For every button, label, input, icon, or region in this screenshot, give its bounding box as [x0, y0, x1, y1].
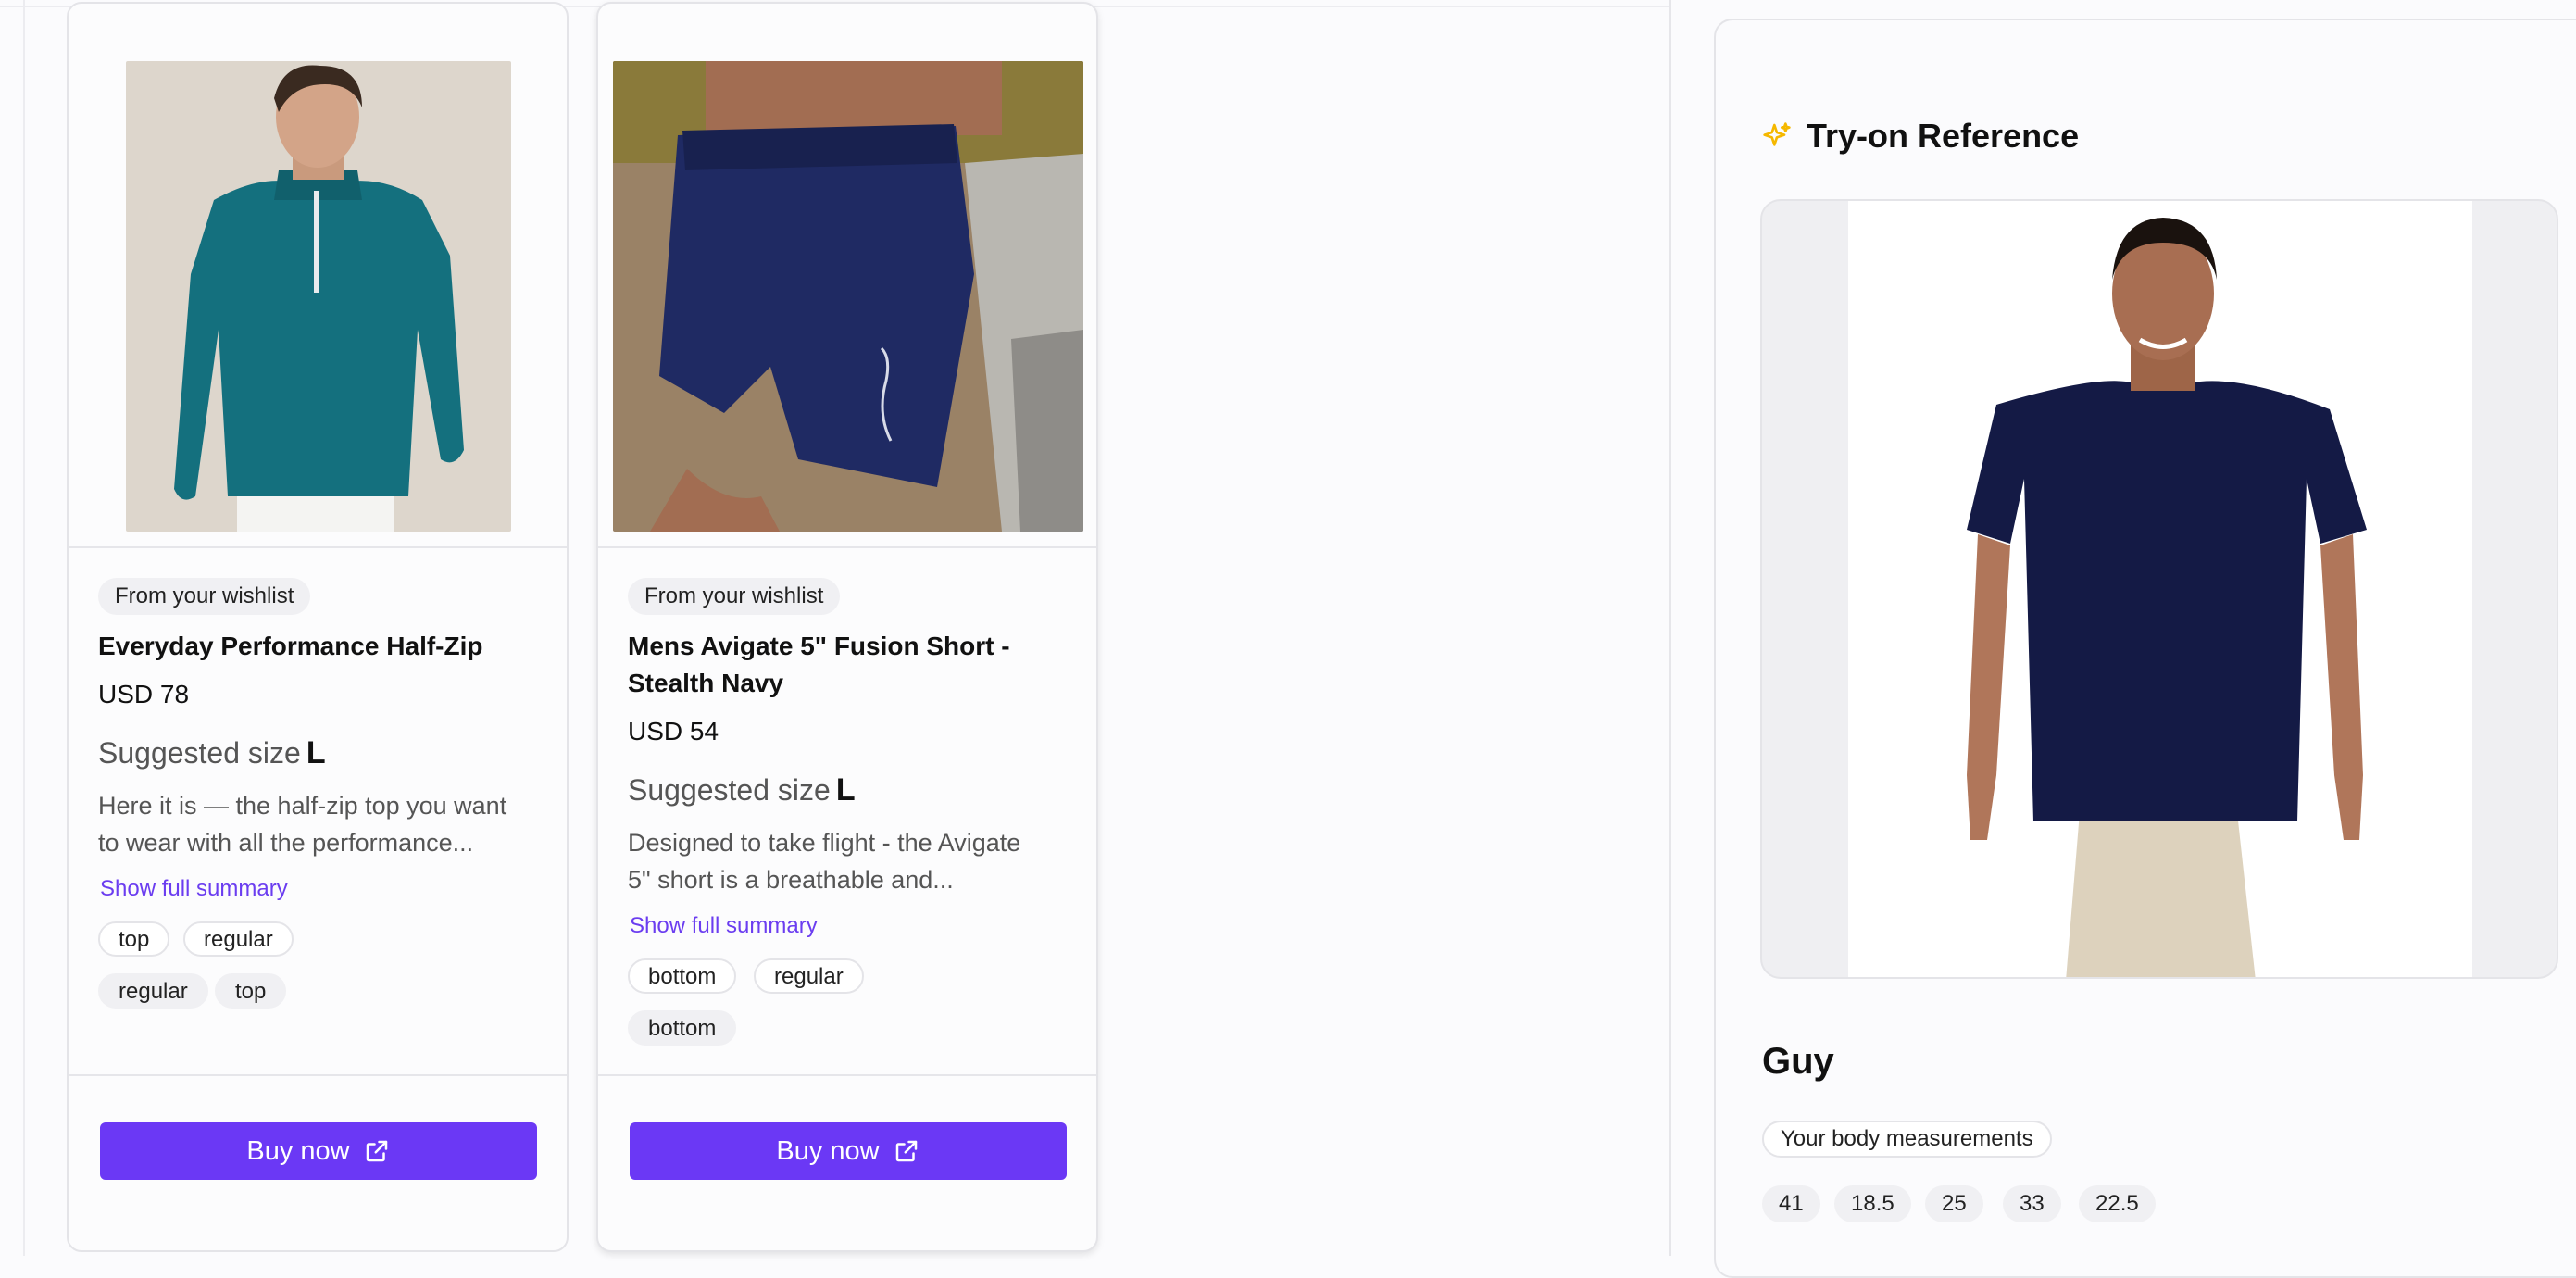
measurement-chip: 18.5	[1834, 1185, 1911, 1222]
panel-divider	[1669, 0, 1671, 1256]
product-description: Here it is — the half-zip top you want t…	[98, 787, 543, 861]
suggested-size: Suggested size L	[628, 772, 856, 808]
product-name: Mens Avigate 5" Fusion Short - Stealth N…	[628, 628, 1063, 702]
product-card: From your wishlist Everyday Performance …	[67, 2, 569, 1252]
persona-name: Guy	[1762, 1041, 1834, 1082]
show-full-summary-link[interactable]: Show full summary	[100, 876, 288, 902]
description-line: Here it is — the half-zip top you want	[98, 792, 507, 820]
sparkle-icon	[1763, 122, 1791, 146]
buy-now-button[interactable]: Buy now	[630, 1122, 1067, 1180]
try-on-panel: Try-on Reference Guy Your body measureme…	[1714, 19, 2576, 1278]
tag-chip: bottom	[628, 958, 737, 994]
external-link-icon	[366, 1140, 387, 1162]
suggested-size-label: Suggested size	[98, 736, 301, 770]
left-border	[23, 0, 25, 1256]
body-measurements-label: Your body measurements	[1762, 1121, 2052, 1158]
show-full-summary-link[interactable]: Show full summary	[630, 913, 818, 939]
product-name-line: Stealth Navy	[628, 669, 784, 697]
product-price: USD 54	[628, 717, 719, 746]
suggested-size-value: L	[306, 735, 326, 771]
product-image-fusion-short[interactable]	[613, 61, 1083, 532]
try-on-title: Try-on Reference	[1807, 117, 2080, 155]
measurement-chip: 22.5	[2079, 1185, 2156, 1222]
measurement-chip: 25	[1925, 1185, 1983, 1222]
tag-chip: bottom	[628, 1010, 737, 1046]
product-name: Everyday Performance Half-Zip	[98, 628, 533, 665]
measurement-chip: 41	[1762, 1185, 1820, 1222]
measurement-chip: 33	[2003, 1185, 2061, 1222]
description-line: Designed to take flight - the Avigate	[628, 829, 1021, 857]
model-image-frame	[1760, 199, 2558, 979]
tag-chip: regular	[754, 958, 864, 994]
tag-chip: top	[98, 921, 170, 957]
description-line: 5" short is a breathable and...	[628, 866, 954, 894]
tag-chip: top	[215, 973, 287, 1009]
tag-chip: regular	[98, 973, 208, 1009]
tag-chip: regular	[183, 921, 294, 957]
buy-now-button[interactable]: Buy now	[100, 1122, 537, 1180]
model-image[interactable]	[1848, 201, 2472, 977]
product-image-area	[69, 4, 567, 548]
product-image-half-zip[interactable]	[126, 61, 511, 532]
product-description: Designed to take flight - the Avigate 5"…	[628, 824, 1072, 898]
product-name-line: Mens Avigate 5" Fusion Short -	[628, 632, 1010, 660]
product-card: From your wishlist Mens Avigate 5" Fusio…	[596, 2, 1098, 1252]
product-name-line: Everyday Performance Half-Zip	[98, 632, 483, 660]
buy-now-label: Buy now	[246, 1135, 350, 1166]
description-line: to wear with all the performance...	[98, 829, 474, 857]
card-footer-divider	[69, 1074, 567, 1076]
wishlist-badge: From your wishlist	[628, 578, 841, 615]
suggested-size-label: Suggested size	[628, 773, 831, 807]
external-link-icon	[895, 1140, 917, 1162]
suggested-size-value: L	[835, 772, 856, 808]
product-image-area	[598, 4, 1096, 548]
card-footer-divider	[598, 1074, 1096, 1076]
try-on-header: Try-on Reference	[1762, 117, 2079, 156]
buy-now-label: Buy now	[776, 1135, 880, 1166]
suggested-size: Suggested size L	[98, 735, 326, 771]
product-price: USD 78	[98, 680, 190, 708]
wishlist-badge: From your wishlist	[98, 578, 311, 615]
